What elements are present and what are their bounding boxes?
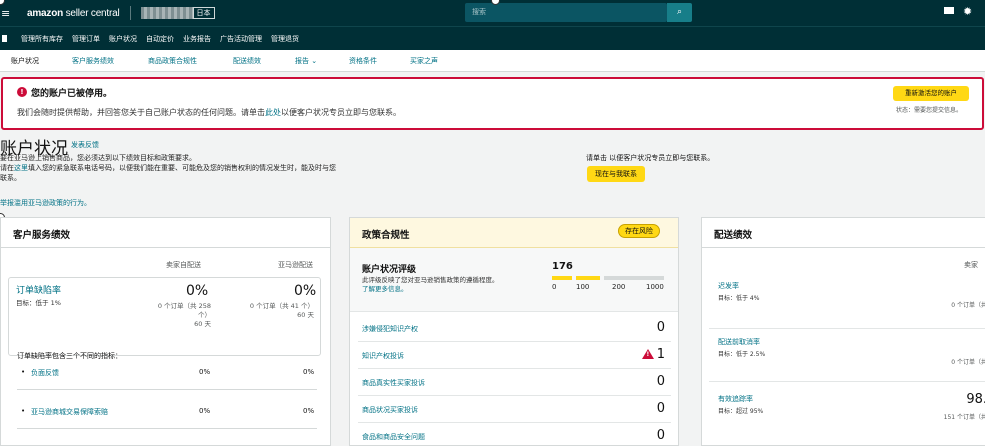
tab-account-health[interactable]: 账户状况: [11, 56, 39, 66]
divider: [129, 6, 131, 20]
warning-icon: [642, 349, 654, 359]
policy-link[interactable]: 涉嫌侵犯知识产权: [362, 324, 418, 334]
alert-body: 我们会随时提供帮助，并回答您关于自己账户状态的任何问题。请单击此处以便客户状况专…: [17, 108, 401, 117]
policy-row: 涉嫌侵犯知识产权 0: [358, 315, 671, 342]
bookmark-icon[interactable]: [2, 35, 7, 42]
column-header: 卖家: [964, 261, 978, 269]
risk-badge: 存在风险: [618, 224, 660, 238]
policy-link[interactable]: 知识产权投诉: [362, 351, 404, 361]
seller-central-logo[interactable]: amazon seller central: [27, 8, 120, 19]
contact-me-button[interactable]: 现在与我联系: [587, 166, 645, 182]
policy-row: 食品和商品安全问题 0: [358, 423, 671, 446]
account-health-rating: 账户状况评级 此评级反映了您对亚马逊销售政策的遵循程度。 了解更多信息。 176 …: [350, 248, 678, 312]
menu-icon[interactable]: ≡: [1, 7, 15, 20]
shipping-row: 迟发率 目标：低于 4% 0 个订单（共: [718, 281, 985, 309]
shipping-link[interactable]: 有效追踪率: [718, 394, 753, 404]
nav-item-campaigns[interactable]: 广告活动管理: [220, 34, 262, 44]
column-header: 亚马逊配送: [278, 261, 313, 269]
ahr-tick: 200: [612, 283, 626, 291]
odr-amazon-count: 0 个订单（共 41 个） 60 天: [249, 302, 314, 319]
customer-service-card: 客户服务绩效 卖家自配送 亚马逊配送 订单缺陷率 目标：低于 1% 0% 0 个…: [0, 217, 331, 446]
policy-link[interactable]: 商品真实性买家投诉: [362, 378, 425, 388]
divider: [17, 428, 317, 429]
metric-row: • 负面反馈 0% 0%: [21, 368, 315, 378]
alert-icon: !: [17, 87, 27, 97]
odr-link[interactable]: 订单缺陷率: [16, 283, 61, 296]
search-icon[interactable]: ⌕: [667, 3, 692, 22]
shipping-row: 配送前取消率 目标：低于 2.5% 0 个订单（共: [709, 328, 985, 378]
feedback-link[interactable]: 发表反馈: [71, 140, 99, 150]
search-input[interactable]: 搜索: [465, 3, 667, 22]
policy-compliance-card: 政策合规性 存在风险 账户状况评级 此评级反映了您对亚马逊销售政策的遵循程度。了…: [349, 217, 679, 446]
alert-here-link[interactable]: 此处: [265, 108, 281, 117]
ahr-score-bar: [552, 276, 664, 280]
nav-item-inventory[interactable]: 管理所有库存: [21, 34, 63, 44]
deactivation-alert: ! 您的账户已被停用。 我们会随时提供帮助，并回答您关于自己账户状态的任何问题。…: [1, 77, 984, 130]
ahr-tick: 100: [576, 283, 590, 291]
policy-row: 知识产权投诉 1: [358, 342, 671, 369]
redacted-store-name: [140, 7, 193, 19]
divider: [17, 389, 317, 390]
tab-customer-service[interactable]: 客户服务绩效: [72, 56, 114, 66]
gear-icon[interactable]: ✹: [963, 5, 972, 18]
tab-policy-compliance[interactable]: 商品政策合规性: [148, 56, 197, 66]
ahr-title: 账户状况评级: [362, 265, 417, 275]
nav-item-orders[interactable]: 管理订单: [72, 34, 100, 44]
main-nav: 管理所有库存 管理订单 账户状况 自动定价 业务报告 广告活动管理 管理退货: [0, 26, 985, 50]
tab-eligibility[interactable]: 资格条件: [349, 56, 377, 66]
ahr-tick: 1000: [646, 283, 664, 291]
policy-link[interactable]: 商品状况买家投诉: [362, 405, 418, 415]
card-title: 客户服务绩效: [1, 218, 330, 248]
tab-voice-of-customer[interactable]: 买家之声: [410, 56, 438, 66]
ahr-score: 176: [552, 261, 573, 272]
nav-item-returns[interactable]: 管理退货: [271, 34, 299, 44]
nav-item-business-reports[interactable]: 业务报告: [183, 34, 211, 44]
marketplace-selector[interactable]: 日本: [192, 7, 215, 19]
odr-amazon-value: 0%: [294, 283, 317, 299]
odr-seller-value: 0%: [186, 283, 209, 299]
metric-link[interactable]: 负面反馈: [31, 368, 59, 378]
tab-shipping-performance[interactable]: 配送绩效: [233, 56, 261, 66]
tab-reports[interactable]: 报告 ⌄: [295, 56, 317, 66]
card-title: 配送绩效: [702, 218, 985, 248]
sub-nav: 账户状况 客户服务绩效 商品政策合规性 配送绩效 报告 ⌄ 资格条件 买家之声: [0, 50, 985, 72]
shipping-link[interactable]: 配送前取消率: [718, 337, 760, 347]
ahr-tick: 0: [552, 283, 557, 291]
odr-metric-box: 订单缺陷率 目标：低于 1% 0% 0 个订单（共 258 个） 60 天 0% 0…: [8, 277, 321, 356]
ahr-description: 此评级反映了您对亚马逊销售政策的遵循程度。 了解更多信息。: [362, 276, 499, 293]
shipping-row: 有效追踪率 目标：超过 95% 98. 151 个订单（共: [709, 381, 985, 431]
column-header: 卖家自配送: [166, 261, 201, 269]
reactivate-account-button[interactable]: 重新激活您的账户: [893, 86, 969, 101]
alert-status: 状态：需要您提交信息。: [896, 107, 963, 114]
metric-link[interactable]: 亚马逊商城交易保障索赔: [31, 407, 108, 417]
mail-icon[interactable]: [944, 7, 954, 14]
emergency-contact-link[interactable]: 这里: [14, 164, 28, 172]
nav-item-account-health[interactable]: 账户状况: [109, 34, 137, 44]
report-abuse-link[interactable]: 举报滥用亚马逊政策的行为。: [0, 198, 91, 208]
odr-target: 目标：低于 1%: [16, 299, 61, 307]
policy-row: 商品状况买家投诉 0: [358, 396, 671, 423]
shipping-link[interactable]: 迟发率: [718, 281, 739, 291]
policy-link[interactable]: 食品和商品安全问题: [362, 432, 425, 442]
policy-row: 商品真实性买家投诉 0: [358, 369, 671, 396]
metrics-caption: 订单缺陷率包含三个不同的指标：: [17, 352, 122, 360]
intro-text: 要在亚马逊上销售商品，您必须达到以下绩效目标和政策要求。 请在这里填入您的紧急联…: [0, 154, 336, 182]
card-title: 政策合规性 存在风险: [350, 218, 678, 248]
nav-item-pricing[interactable]: 自动定价: [146, 34, 174, 44]
alert-title: 您的账户已被停用。: [31, 89, 113, 99]
learn-more-link[interactable]: 了解更多信息。: [362, 285, 408, 293]
metric-row: • 亚马逊商城交易保障索赔 0% 0%: [21, 407, 315, 417]
odr-seller-count: 0 个订单（共 258 个） 60 天: [157, 302, 211, 328]
shipping-performance-card: 配送绩效 卖家 迟发率 目标：低于 4% 0 个订单（共 配送前取消率 目标：低…: [701, 217, 985, 446]
contact-note: 请单击 以便客户状况专员立即与您联系。: [586, 154, 715, 162]
